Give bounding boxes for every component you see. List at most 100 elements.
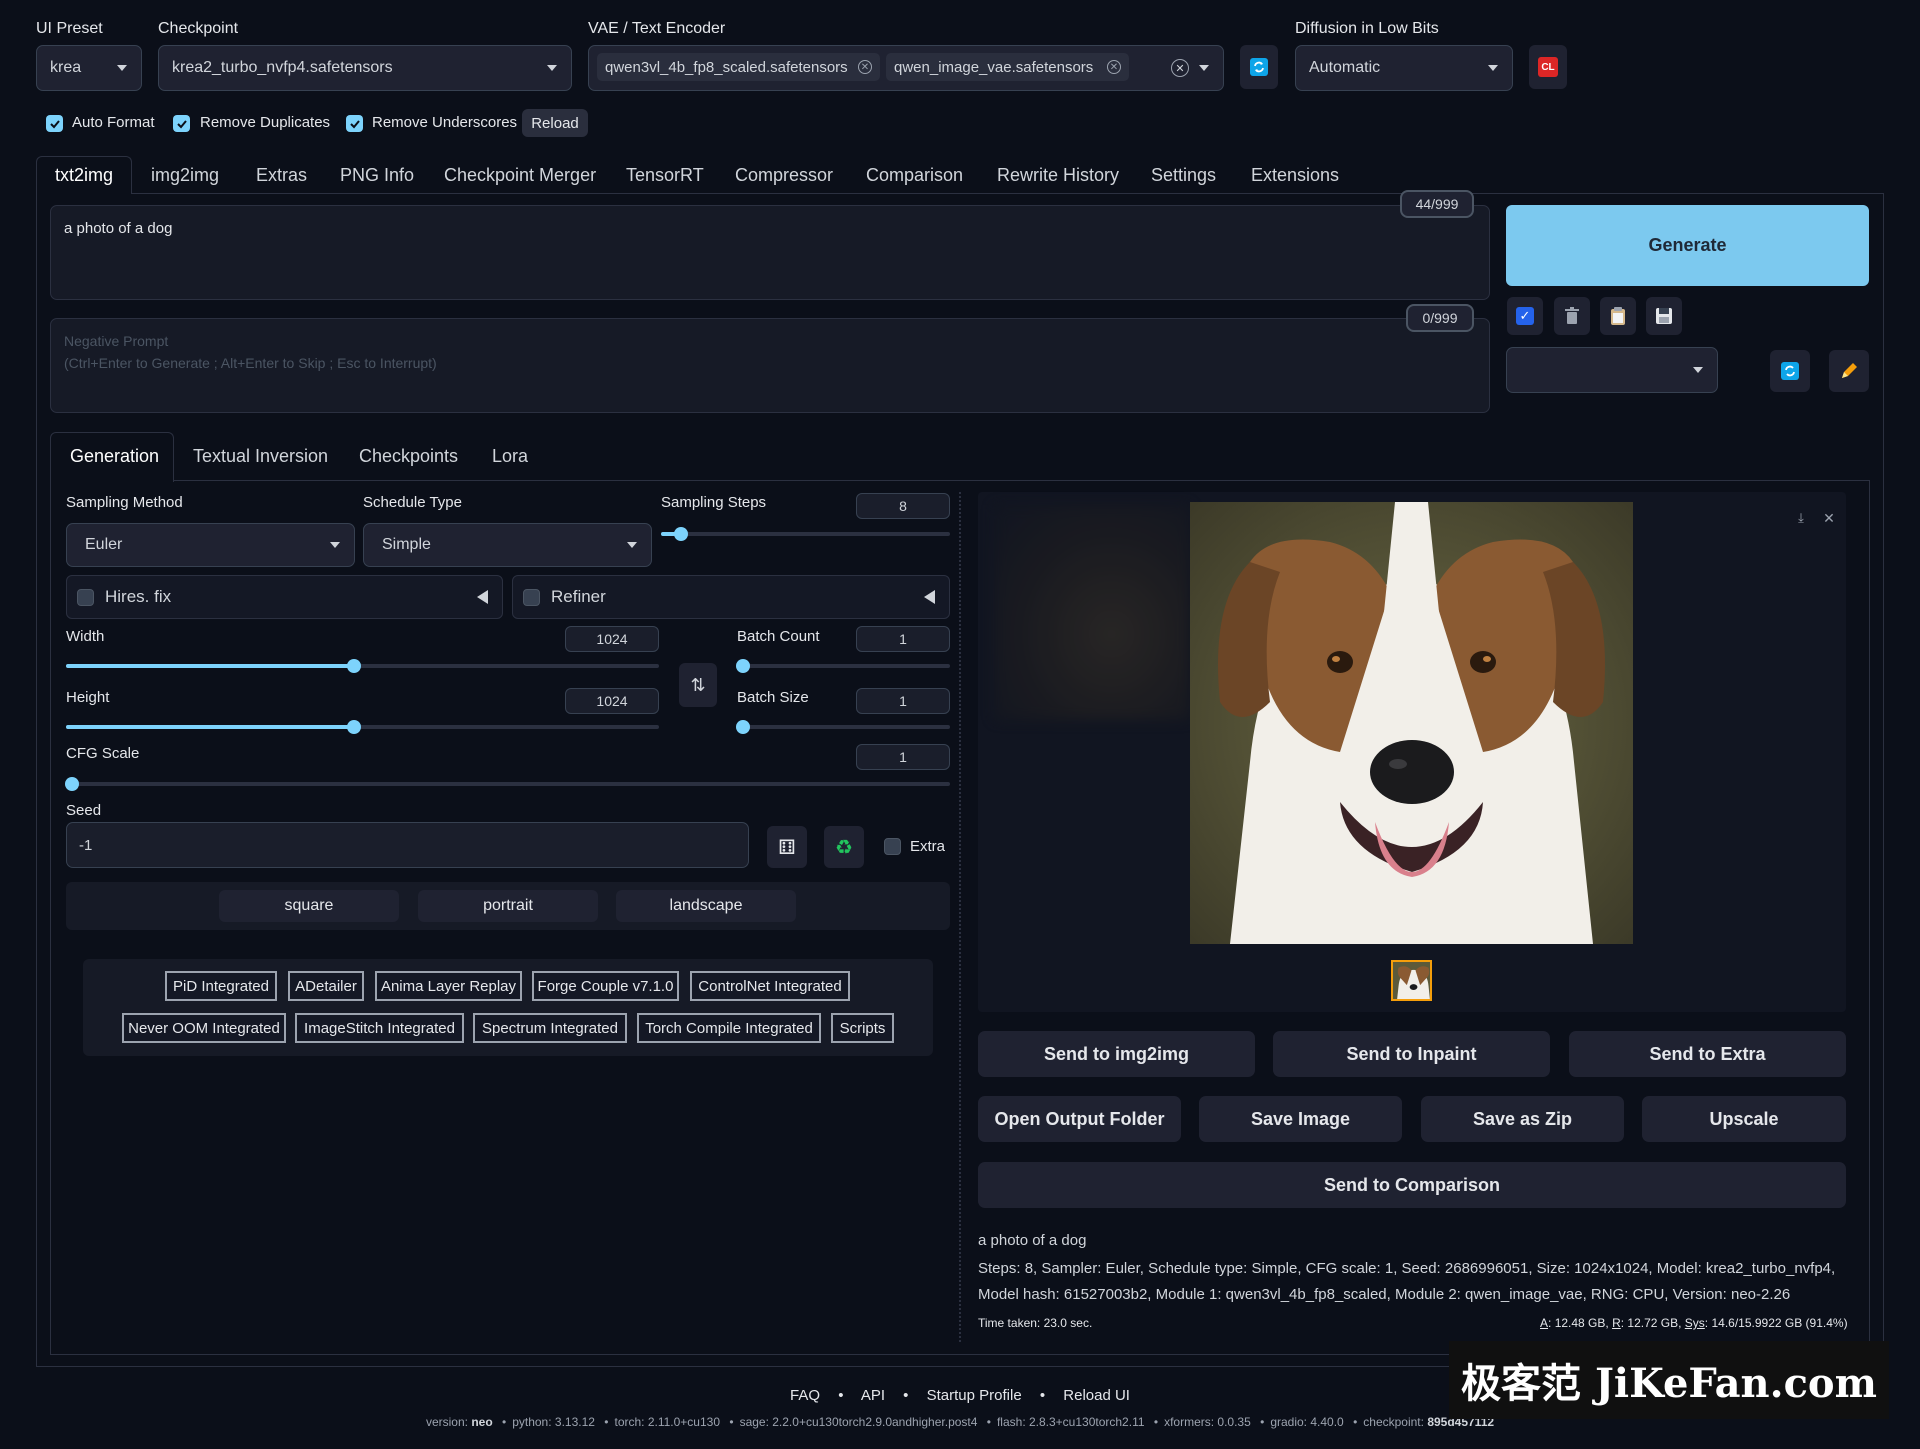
send-to-comparison-button[interactable]: Send to Comparison — [978, 1162, 1846, 1208]
random-seed-button[interactable]: ⚅ — [767, 826, 807, 868]
batch-count-slider[interactable] — [736, 659, 950, 673]
close-icon[interactable]: ✕ — [1107, 60, 1121, 74]
swap-dimensions-button[interactable]: ⇅ — [679, 663, 717, 707]
remove-duplicates-checkbox[interactable] — [173, 115, 190, 132]
height-input[interactable]: 1024 — [565, 688, 659, 714]
hires-fix-accordion[interactable]: Hires. fix — [66, 575, 503, 619]
ext-controlnet-integrated[interactable]: ControlNet Integrated — [690, 971, 850, 1001]
refiner-checkbox[interactable] — [523, 589, 540, 606]
save-style-button[interactable] — [1646, 297, 1682, 335]
cfg-scale-slider[interactable] — [65, 777, 950, 791]
refresh-styles-button[interactable] — [1770, 350, 1810, 392]
send-to-extra-button[interactable]: Send to Extra — [1569, 1031, 1846, 1077]
ui-preset-dropdown[interactable]: krea — [36, 45, 142, 91]
hires-fix-checkbox[interactable] — [77, 589, 94, 606]
aspect-landscape-button[interactable]: landscape — [616, 890, 796, 922]
styles-dropdown[interactable] — [1506, 347, 1718, 393]
ext-pid-integrated[interactable]: PiD Integrated — [165, 971, 277, 1001]
gallery-thumbnail[interactable] — [1391, 960, 1432, 1001]
tab-compressor[interactable]: Compressor — [735, 165, 833, 186]
tab-checkpoint-merger[interactable]: Checkpoint Merger — [444, 165, 596, 186]
refresh-vae-button[interactable] — [1240, 45, 1278, 89]
generated-image[interactable] — [1190, 502, 1633, 944]
cl-button[interactable]: CL — [1529, 45, 1567, 89]
tab-rewrite-history[interactable]: Rewrite History — [997, 165, 1119, 186]
sampling-steps-slider[interactable] — [661, 527, 950, 541]
paste-button[interactable] — [1600, 297, 1636, 335]
slider-thumb[interactable] — [346, 720, 361, 734]
tab-img2img[interactable]: img2img — [151, 165, 219, 186]
tab-settings[interactable]: Settings — [1151, 165, 1216, 186]
ext-forge-couple[interactable]: Forge Couple v7.1.0 — [532, 971, 679, 1001]
close-icon[interactable]: ✕ — [1820, 509, 1838, 527]
tab-png-info[interactable]: PNG Info — [340, 165, 414, 186]
tab-extensions[interactable]: Extensions — [1251, 165, 1339, 186]
startup-profile-link[interactable]: Startup Profile — [927, 1387, 1022, 1404]
reload-ui-link[interactable]: Reload UI — [1063, 1387, 1130, 1404]
remove-underscores-checkbox[interactable] — [346, 115, 363, 132]
generate-button[interactable]: Generate — [1506, 205, 1869, 286]
tab-extras[interactable]: Extras — [256, 165, 307, 186]
height-slider[interactable] — [66, 720, 659, 734]
slider-thumb[interactable] — [736, 720, 750, 734]
clear-prompt-button[interactable] — [1554, 297, 1590, 335]
tab-txt2img[interactable]: txt2img — [55, 165, 113, 186]
sampling-method-dropdown[interactable]: Euler — [66, 523, 355, 567]
tab-comparison[interactable]: Comparison — [866, 165, 963, 186]
edit-styles-button[interactable] — [1829, 350, 1869, 392]
ext-torch-compile-integrated[interactable]: Torch Compile Integrated — [637, 1013, 821, 1043]
seed-input[interactable]: -1 — [66, 822, 749, 868]
width-slider[interactable] — [66, 659, 659, 673]
width-input[interactable]: 1024 — [565, 626, 659, 652]
batch-size-slider[interactable] — [736, 720, 950, 734]
subtab-checkpoints[interactable]: Checkpoints — [359, 446, 458, 467]
save-as-zip-button[interactable]: Save as Zip — [1421, 1096, 1624, 1142]
send-to-inpaint-button[interactable]: Send to Inpaint — [1273, 1031, 1550, 1077]
tab-tensorrt[interactable]: TensorRT — [626, 165, 704, 186]
send-to-img2img-button[interactable]: Send to img2img — [978, 1031, 1255, 1077]
collapse-arrow-icon[interactable] — [924, 590, 935, 604]
refiner-accordion[interactable]: Refiner — [512, 575, 950, 619]
ext-spectrum-integrated[interactable]: Spectrum Integrated — [473, 1013, 627, 1043]
checkpoint-dropdown[interactable]: krea2_turbo_nvfp4.safetensors — [158, 45, 572, 91]
faq-link[interactable]: FAQ — [790, 1387, 820, 1404]
api-link[interactable]: API — [861, 1387, 885, 1404]
subtab-lora[interactable]: Lora — [492, 446, 528, 467]
ext-imagestitch-integrated[interactable]: ImageStitch Integrated — [295, 1013, 464, 1043]
auto-format-checkbox[interactable] — [46, 115, 63, 132]
batch-size-input[interactable]: 1 — [856, 688, 950, 714]
low-bits-dropdown[interactable]: Automatic — [1295, 45, 1513, 91]
download-icon[interactable]: ⤓ — [1792, 509, 1810, 527]
ext-scripts[interactable]: Scripts — [831, 1013, 894, 1043]
aspect-portrait-button[interactable]: portrait — [418, 890, 598, 922]
cfg-scale-input[interactable]: 1 — [856, 744, 950, 770]
open-output-folder-button[interactable]: Open Output Folder — [978, 1096, 1181, 1142]
ext-never-oom-integrated[interactable]: Never OOM Integrated — [122, 1013, 286, 1043]
batch-count-input[interactable]: 1 — [856, 626, 950, 652]
ext-anima-layer-replay[interactable]: Anima Layer Replay — [375, 971, 522, 1001]
close-icon[interactable]: ✕ — [858, 60, 872, 74]
clear-all-icon[interactable]: ✕ — [1171, 59, 1189, 77]
prompt-textarea[interactable]: a photo of a dog — [50, 205, 1490, 300]
save-image-button[interactable]: Save Image — [1199, 1096, 1402, 1142]
sampling-steps-input[interactable]: 8 — [856, 493, 950, 519]
reload-button[interactable]: Reload — [522, 109, 588, 137]
extra-seed-checkbox[interactable] — [884, 838, 901, 855]
chevron-down-icon — [1199, 65, 1209, 71]
aspect-square-button[interactable]: square — [219, 890, 399, 922]
vae-chip[interactable]: qwen3vl_4b_fp8_scaled.safetensors ✕ — [597, 53, 880, 81]
collapse-arrow-icon[interactable] — [477, 590, 488, 604]
schedule-type-dropdown[interactable]: Simple — [363, 523, 652, 567]
slider-thumb[interactable] — [346, 659, 361, 673]
slider-thumb[interactable] — [736, 659, 750, 673]
negative-prompt-textarea[interactable]: Negative Prompt (Ctrl+Enter to Generate … — [50, 318, 1490, 413]
slider-thumb[interactable] — [65, 777, 79, 791]
apply-styles-button[interactable]: ✓ — [1507, 297, 1543, 335]
vae-chip[interactable]: qwen_image_vae.safetensors ✕ — [886, 53, 1129, 81]
subtab-textual-inversion[interactable]: Textual Inversion — [193, 446, 328, 467]
ext-adetailer[interactable]: ADetailer — [288, 971, 364, 1001]
upscale-button[interactable]: Upscale — [1642, 1096, 1846, 1142]
subtab-generation[interactable]: Generation — [70, 446, 159, 467]
reuse-seed-button[interactable]: ♻ — [824, 826, 864, 868]
memory-usage: A: 12.48 GB, R: 12.72 GB, Sys: 14.6/15.9… — [1540, 1316, 1848, 1330]
